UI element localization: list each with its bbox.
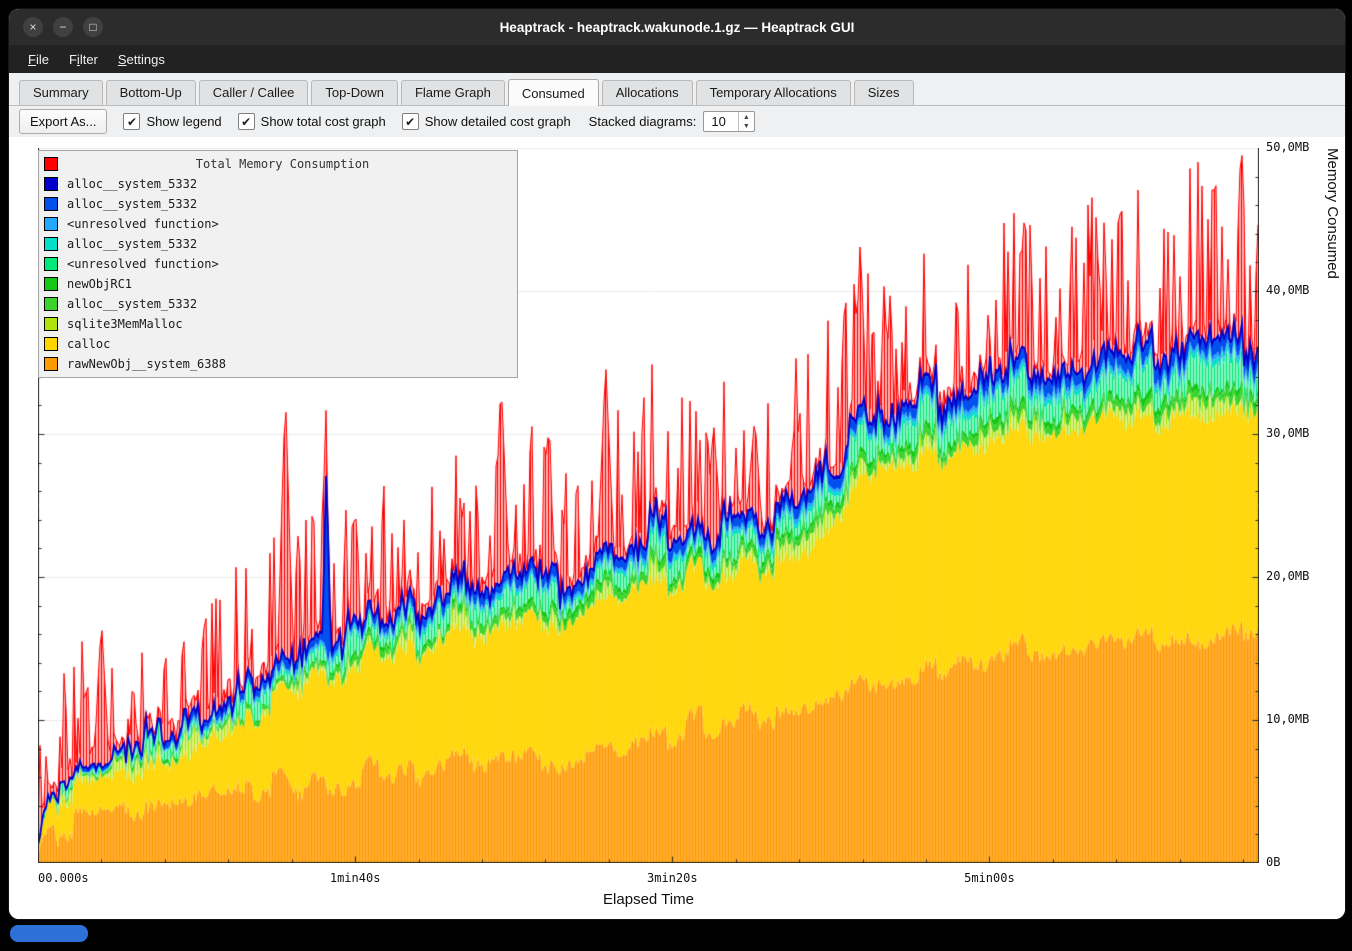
legend-item: alloc__system_5332 [44, 234, 512, 254]
legend-label: alloc__system_5332 [67, 297, 197, 311]
legend-item: <unresolved function> [44, 254, 512, 274]
y-tick-label: 10,0MB [1266, 712, 1309, 726]
x-tick-label: 5min00s [964, 871, 1015, 885]
y-tick-label: 20,0MB [1266, 569, 1309, 583]
legend-swatch-total [44, 157, 58, 171]
minimize-button[interactable]: − [53, 17, 73, 37]
tab-top-down[interactable]: Top-Down [311, 80, 398, 105]
legend-title-row: Total Memory Consumption [44, 154, 512, 174]
menu-settings[interactable]: Settings [109, 48, 174, 71]
legend-swatch [44, 237, 58, 251]
menu-bar: FileFilterSettings [9, 45, 1345, 73]
tab-bottom-up[interactable]: Bottom-Up [106, 80, 196, 105]
legend-label: alloc__system_5332 [67, 237, 197, 251]
window-controls: × − □ [23, 17, 103, 37]
tab-summary[interactable]: Summary [19, 80, 103, 105]
tab-temporary-allocations[interactable]: Temporary Allocations [696, 80, 851, 105]
show-detailed-cost-graph-checkbox[interactable]: ✔ Show detailed cost graph [402, 113, 571, 130]
legend-item: <unresolved function> [44, 214, 512, 234]
spin-down-icon[interactable]: ▼ [739, 122, 754, 131]
checkbox-label: Show detailed cost graph [425, 114, 571, 129]
stacked-diagrams-spinner[interactable]: 10 ▲ ▼ [703, 111, 754, 132]
window-title: Heaptrack - heaptrack.wakunode.1.gz — He… [9, 20, 1345, 35]
menu-filter[interactable]: Filter [60, 48, 107, 71]
close-icon: × [29, 21, 36, 33]
x-tick-label: 3min20s [647, 871, 698, 885]
x-tick-label: 00.000s [38, 871, 89, 885]
y-axis-title: Memory Consumed [1324, 148, 1341, 863]
tab-caller-callee[interactable]: Caller / Callee [199, 80, 309, 105]
legend-swatch [44, 277, 58, 291]
legend-label: calloc [67, 337, 110, 351]
title-bar: × − □ Heaptrack - heaptrack.wakunode.1.g… [9, 9, 1345, 45]
tab-sizes[interactable]: Sizes [854, 80, 914, 105]
legend-swatch [44, 297, 58, 311]
toolbar: Export As... ✔ Show legend ✔ Show total cos… [9, 106, 1345, 137]
tab-flame-graph[interactable]: Flame Graph [401, 80, 505, 105]
show-total-cost-graph-checkbox[interactable]: ✔ Show total cost graph [238, 113, 386, 130]
stacked-diagrams-label: Stacked diagrams: [589, 114, 697, 129]
chart-legend: Total Memory Consumption alloc__system_5… [38, 150, 518, 378]
maximize-icon: □ [89, 21, 96, 33]
legend-item: alloc__system_5332 [44, 294, 512, 314]
show-legend-checkbox[interactable]: ✔ Show legend [123, 113, 221, 130]
checkbox-check-icon: ✔ [238, 113, 255, 130]
legend-label: rawNewObj__system_6388 [67, 357, 226, 371]
spin-up-icon[interactable]: ▲ [739, 113, 754, 122]
legend-swatch [44, 177, 58, 191]
chart-area: Total Memory Consumption alloc__system_5… [9, 137, 1345, 919]
legend-label: sqlite3MemMalloc [67, 317, 183, 331]
tab-bar: SummaryBottom-UpCaller / CalleeTop-DownF… [9, 73, 1345, 106]
x-tick-label: 1min40s [330, 871, 381, 885]
legend-swatch [44, 357, 58, 371]
minimize-icon: − [59, 21, 66, 33]
legend-swatch [44, 217, 58, 231]
bottom-accent-bar [10, 925, 88, 942]
legend-label: <unresolved function> [67, 257, 219, 271]
checkbox-check-icon: ✔ [123, 113, 140, 130]
legend-item: alloc__system_5332 [44, 174, 512, 194]
x-axis-title: Elapsed Time [38, 891, 1259, 908]
legend-swatch [44, 317, 58, 331]
legend-item: alloc__system_5332 [44, 194, 512, 214]
stacked-diagrams-value: 10 [704, 112, 737, 131]
legend-swatch [44, 337, 58, 351]
legend-label: newObjRC1 [67, 277, 132, 291]
heaptrack-window: × − □ Heaptrack - heaptrack.wakunode.1.g… [8, 8, 1346, 920]
legend-item: sqlite3MemMalloc [44, 314, 512, 334]
legend-title: Total Memory Consumption [67, 157, 498, 171]
close-button[interactable]: × [23, 17, 43, 37]
checkbox-label: Show total cost graph [261, 114, 386, 129]
tab-allocations[interactable]: Allocations [602, 80, 693, 105]
legend-item: calloc [44, 334, 512, 354]
legend-item: rawNewObj__system_6388 [44, 354, 512, 374]
maximize-button[interactable]: □ [83, 17, 103, 37]
legend-label: <unresolved function> [67, 217, 219, 231]
legend-label: alloc__system_5332 [67, 197, 197, 211]
y-tick-label: 40,0MB [1266, 283, 1309, 297]
menu-file[interactable]: File [19, 48, 58, 71]
y-tick-label: 30,0MB [1266, 426, 1309, 440]
legend-item: newObjRC1 [44, 274, 512, 294]
stacked-diagrams-control: Stacked diagrams: 10 ▲ ▼ [589, 111, 755, 132]
tab-consumed[interactable]: Consumed [508, 79, 599, 106]
export-as-button[interactable]: Export As... [19, 109, 107, 134]
y-tick-label: 50,0MB [1266, 140, 1309, 154]
legend-swatch [44, 197, 58, 211]
legend-swatch [44, 257, 58, 271]
legend-label: alloc__system_5332 [67, 177, 197, 191]
spinner-buttons: ▲ ▼ [738, 112, 754, 131]
toolbar-checkboxes: ✔ Show legend ✔ Show total cost graph ✔ Show … [123, 113, 570, 130]
checkbox-label: Show legend [146, 114, 221, 129]
y-tick-label: 0B [1266, 855, 1280, 869]
checkbox-check-icon: ✔ [402, 113, 419, 130]
